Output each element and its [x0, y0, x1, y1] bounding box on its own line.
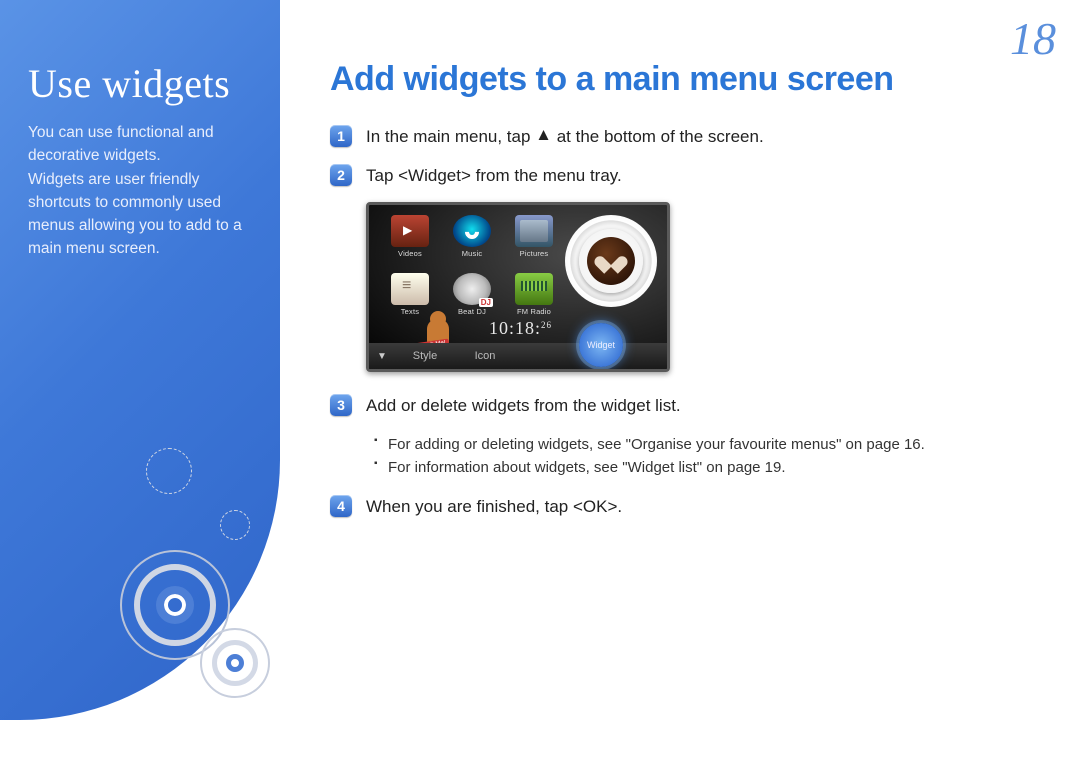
step-badge-1: 1 [330, 125, 352, 147]
step-1-text-after: at the bottom of the screen. [552, 127, 764, 146]
sidebar: Use widgets You can use functional and d… [0, 0, 280, 720]
app-label: Pictures [507, 249, 561, 258]
coffee-widget [565, 215, 657, 307]
step-4-text: When you are finished, tap <OK>. [366, 495, 622, 520]
app-label: Music [445, 249, 499, 258]
clock-widget: 10:18:26 [489, 318, 552, 339]
step-3-note-2: For information about widgets, see "Widg… [374, 456, 1050, 479]
pictures-icon [515, 215, 553, 247]
videos-icon [391, 215, 429, 247]
main-content: Add widgets to a main menu screen 1 In t… [330, 60, 1050, 534]
clock-hhmm: 10:18: [489, 318, 541, 338]
step-3-text: Add or delete widgets from the widget li… [366, 394, 681, 419]
page-number: 18 [1010, 12, 1056, 65]
tray-tab-style: Style [395, 350, 455, 362]
step-3-note-1: For adding or deleting widgets, see "Org… [374, 433, 1050, 456]
step-1-text: In the main menu, tap ▲ at the bottom of… [366, 125, 764, 150]
sidebar-body: You can use functional and decorative wi… [28, 121, 252, 261]
device-screenshot: VideosMusicPicturesTextsBeat DJFM Radio … [366, 202, 1050, 372]
app-videos: Videos [383, 215, 437, 267]
clock-sec: 26 [541, 320, 552, 330]
step-2: 2 Tap <Widget> from the menu tray. [330, 164, 1050, 189]
tray-tab-icon: Icon [455, 350, 515, 362]
step-1: 1 In the main menu, tap ▲ at the bottom … [330, 125, 1050, 150]
step-3: 3 Add or delete widgets from the widget … [330, 394, 1050, 419]
music-icon [453, 215, 491, 247]
app-music: Music [445, 215, 499, 267]
chevron-down-icon: ▼ [369, 351, 395, 362]
texts-icon [391, 273, 429, 305]
step-badge-4: 4 [330, 495, 352, 517]
step-badge-3: 3 [330, 394, 352, 416]
menu-tray: ▼ Style Icon Widget [369, 343, 667, 369]
app-pictures: Pictures [507, 215, 561, 267]
step-3-notes: For adding or deleting widgets, see "Org… [374, 433, 1050, 480]
beatdj-icon [453, 273, 491, 305]
step-4: 4 When you are finished, tap <OK>. [330, 495, 1050, 520]
step-1-text-before: In the main menu, tap [366, 127, 535, 146]
tray-widget-button: Widget [579, 323, 623, 367]
step-badge-2: 2 [330, 164, 352, 186]
sidebar-title: Use widgets [28, 60, 252, 107]
triangle-up-icon: ▲ [535, 123, 552, 148]
step-2-text: Tap <Widget> from the menu tray. [366, 164, 622, 189]
fmradio-icon [515, 273, 553, 305]
app-label: FM Radio [507, 307, 561, 316]
app-label: Videos [383, 249, 437, 258]
main-heading: Add widgets to a main menu screen [330, 60, 1050, 99]
